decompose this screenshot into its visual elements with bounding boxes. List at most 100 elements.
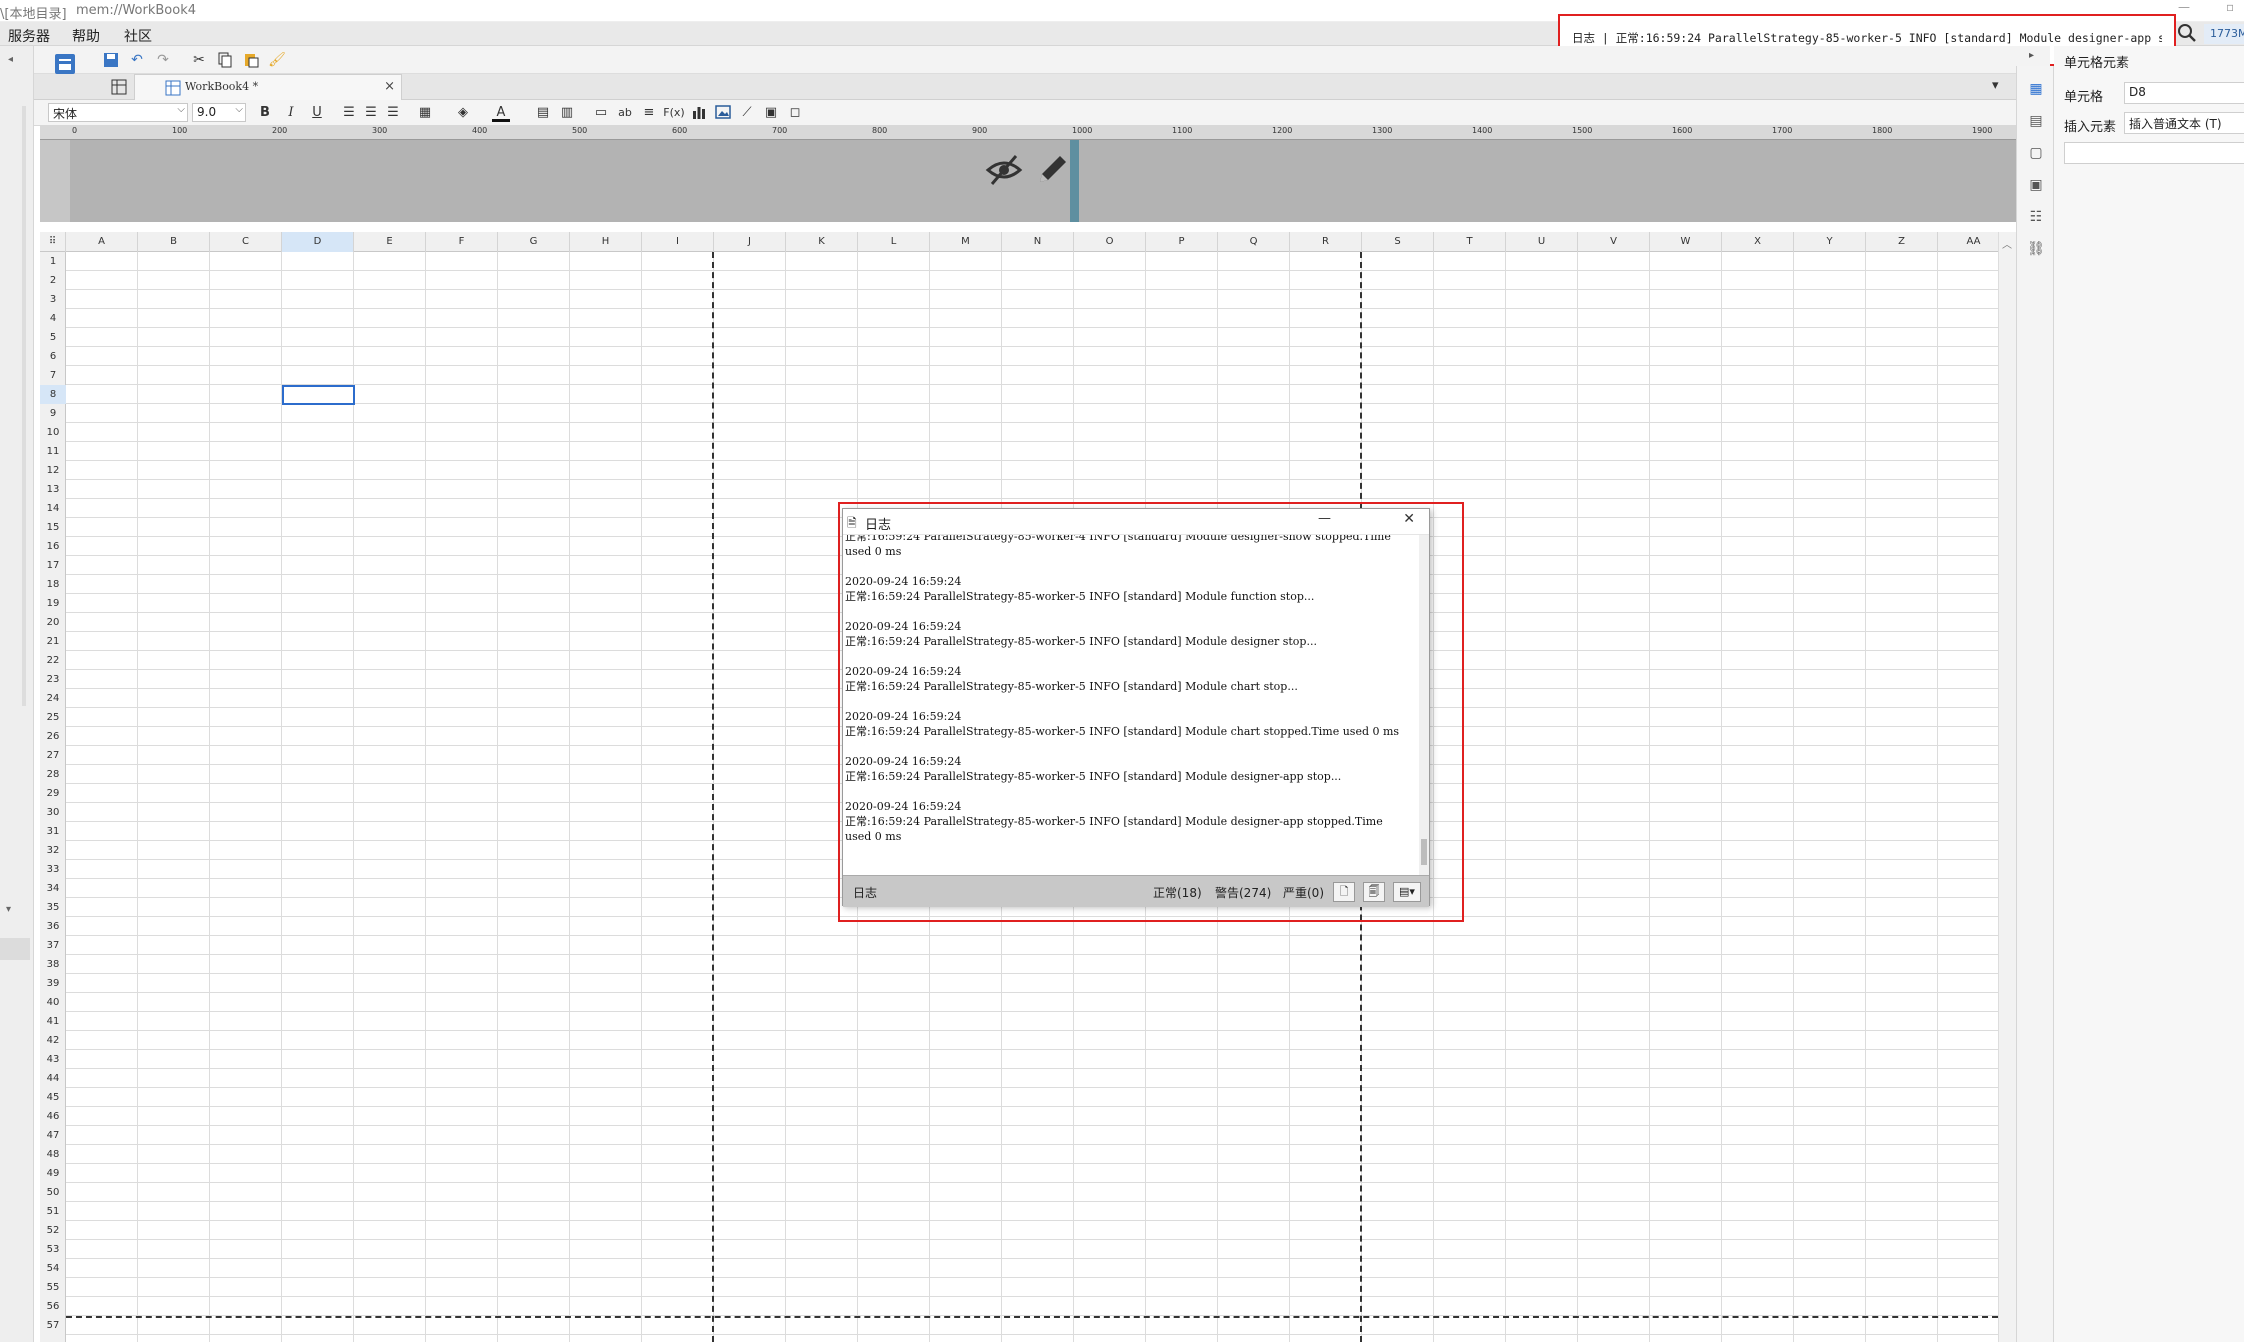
column-header[interactable]: M [930,232,1002,252]
log-scroll-thumb[interactable] [1421,839,1427,865]
left-panel-tab[interactable] [0,938,30,960]
row-header[interactable]: 35 [40,898,66,917]
row-header[interactable]: 31 [40,822,66,841]
row-header[interactable]: 54 [40,1259,66,1278]
row-header[interactable]: 10 [40,423,66,442]
column-header[interactable]: L [858,232,930,252]
bold-button[interactable]: B [256,104,274,122]
row-header[interactable]: 32 [40,841,66,860]
row-header[interactable]: 44 [40,1069,66,1088]
edit-pencil-icon[interactable] [1034,152,1070,188]
column-header[interactable]: K [786,232,858,252]
font-name-select[interactable]: 宋体 ⌵ [48,103,188,122]
restore-window-button[interactable]: ▫ [2226,0,2234,14]
log-dialog-header[interactable]: 🗎 日志 — ✕ [843,509,1429,535]
row-header[interactable]: 37 [40,936,66,955]
column-header[interactable]: X [1722,232,1794,252]
align-right-icon[interactable]: ☰ [384,104,402,122]
cell-border-dropdown-icon[interactable]: ◻ [786,104,804,122]
selected-cell-outline[interactable] [282,385,355,405]
hyperlink-icon[interactable]: ⛓ [2027,240,2045,258]
cell-element-icon[interactable]: ▦ [2027,80,2045,98]
hide-eye-icon[interactable] [984,152,1024,188]
column-header[interactable]: R [1290,232,1362,252]
row-header[interactable]: 49 [40,1164,66,1183]
log-options-icon[interactable]: ▤▾ [1393,882,1421,902]
row-header[interactable]: 6 [40,347,66,366]
row-header[interactable]: 5 [40,328,66,347]
insert-text-button[interactable]: ab [616,104,634,122]
column-header[interactable]: T [1434,232,1506,252]
collapse-right-icon[interactable]: ▸ [2029,50,2034,61]
row-header[interactable]: 3 [40,290,66,309]
clear-log-icon[interactable]: 🗋 [1333,882,1355,902]
column-header[interactable]: Z [1866,232,1938,252]
row-header[interactable]: 14 [40,499,66,518]
parameter-pane-boundary[interactable] [1070,140,1079,222]
column-header[interactable]: J [714,232,786,252]
fill-color-icon[interactable]: ◈ [454,104,472,122]
column-header[interactable]: G [498,232,570,252]
save-icon[interactable] [102,51,120,69]
row-header[interactable]: 47 [40,1126,66,1145]
row-header[interactable]: 29 [40,784,66,803]
row-header[interactable]: 13 [40,480,66,499]
select-all-corner[interactable]: ⠿ [40,232,66,252]
column-header[interactable]: F [426,232,498,252]
column-header[interactable]: O [1074,232,1146,252]
row-header[interactable]: 43 [40,1050,66,1069]
minimize-window-button[interactable]: — [2178,0,2190,14]
row-header[interactable]: 18 [40,575,66,594]
column-header[interactable]: E [354,232,426,252]
row-header[interactable]: 12 [40,461,66,480]
column-header[interactable]: N [1002,232,1074,252]
align-left-icon[interactable]: ☰ [340,104,358,122]
copy-log-icon[interactable]: 🗐 [1363,882,1385,902]
column-header[interactable]: D [282,232,354,252]
close-dialog-button[interactable]: ✕ [1403,511,1415,527]
row-header[interactable]: 22 [40,651,66,670]
row-header[interactable]: 16 [40,537,66,556]
row-header[interactable]: 57 [40,1316,66,1335]
copy-icon[interactable] [216,51,234,69]
column-header[interactable]: B [138,232,210,252]
undo-icon[interactable]: ↶ [128,51,146,69]
unmerge-cells-icon[interactable]: ▥ [558,104,576,122]
column-header[interactable]: I [642,232,714,252]
row-header[interactable]: 56 [40,1297,66,1316]
row-header[interactable]: 17 [40,556,66,575]
merge-cells-icon[interactable]: ▤ [534,104,552,122]
row-header[interactable]: 15 [40,518,66,537]
normal-count-filter[interactable]: 正常(18) [1153,884,1202,901]
log-content[interactable]: 正常:16:59:24 ParallelStrategy-85-worker-4… [843,535,1421,875]
font-size-select[interactable]: 9.0 ⌵ [192,103,246,122]
insert-image-icon[interactable] [714,104,732,122]
row-header[interactable]: 25 [40,708,66,727]
row-header[interactable]: 11 [40,442,66,461]
column-header[interactable]: V [1578,232,1650,252]
row-header[interactable]: 7 [40,366,66,385]
search-icon[interactable] [2176,22,2198,44]
row-header[interactable]: 19 [40,594,66,613]
row-header[interactable]: 36 [40,917,66,936]
sheet-view-icon[interactable] [110,78,128,96]
float-element-icon[interactable]: ▢ [2027,144,2045,162]
row-header[interactable]: 55 [40,1278,66,1297]
column-header[interactable]: C [210,232,282,252]
log-scrollbar[interactable] [1419,535,1429,875]
row-header[interactable]: 46 [40,1107,66,1126]
insert-row-icon[interactable]: ▭ [592,104,610,122]
column-header[interactable]: U [1506,232,1578,252]
underline-button[interactable]: U [308,104,326,122]
row-header[interactable]: 51 [40,1202,66,1221]
border-icon[interactable]: ▦ [416,104,434,122]
element-content-input[interactable] [2064,142,2244,164]
font-color-icon[interactable]: A [492,104,510,122]
column-header[interactable]: S [1362,232,1434,252]
redo-icon[interactable]: ↷ [154,51,172,69]
column-header[interactable]: W [1650,232,1722,252]
warning-count-filter[interactable]: 警告(274) [1215,884,1271,901]
file-tab-workbook4[interactable]: WorkBook4 * × [134,74,402,100]
menu-server[interactable]: 服务器 [8,26,50,46]
paste-icon[interactable] [242,51,260,69]
